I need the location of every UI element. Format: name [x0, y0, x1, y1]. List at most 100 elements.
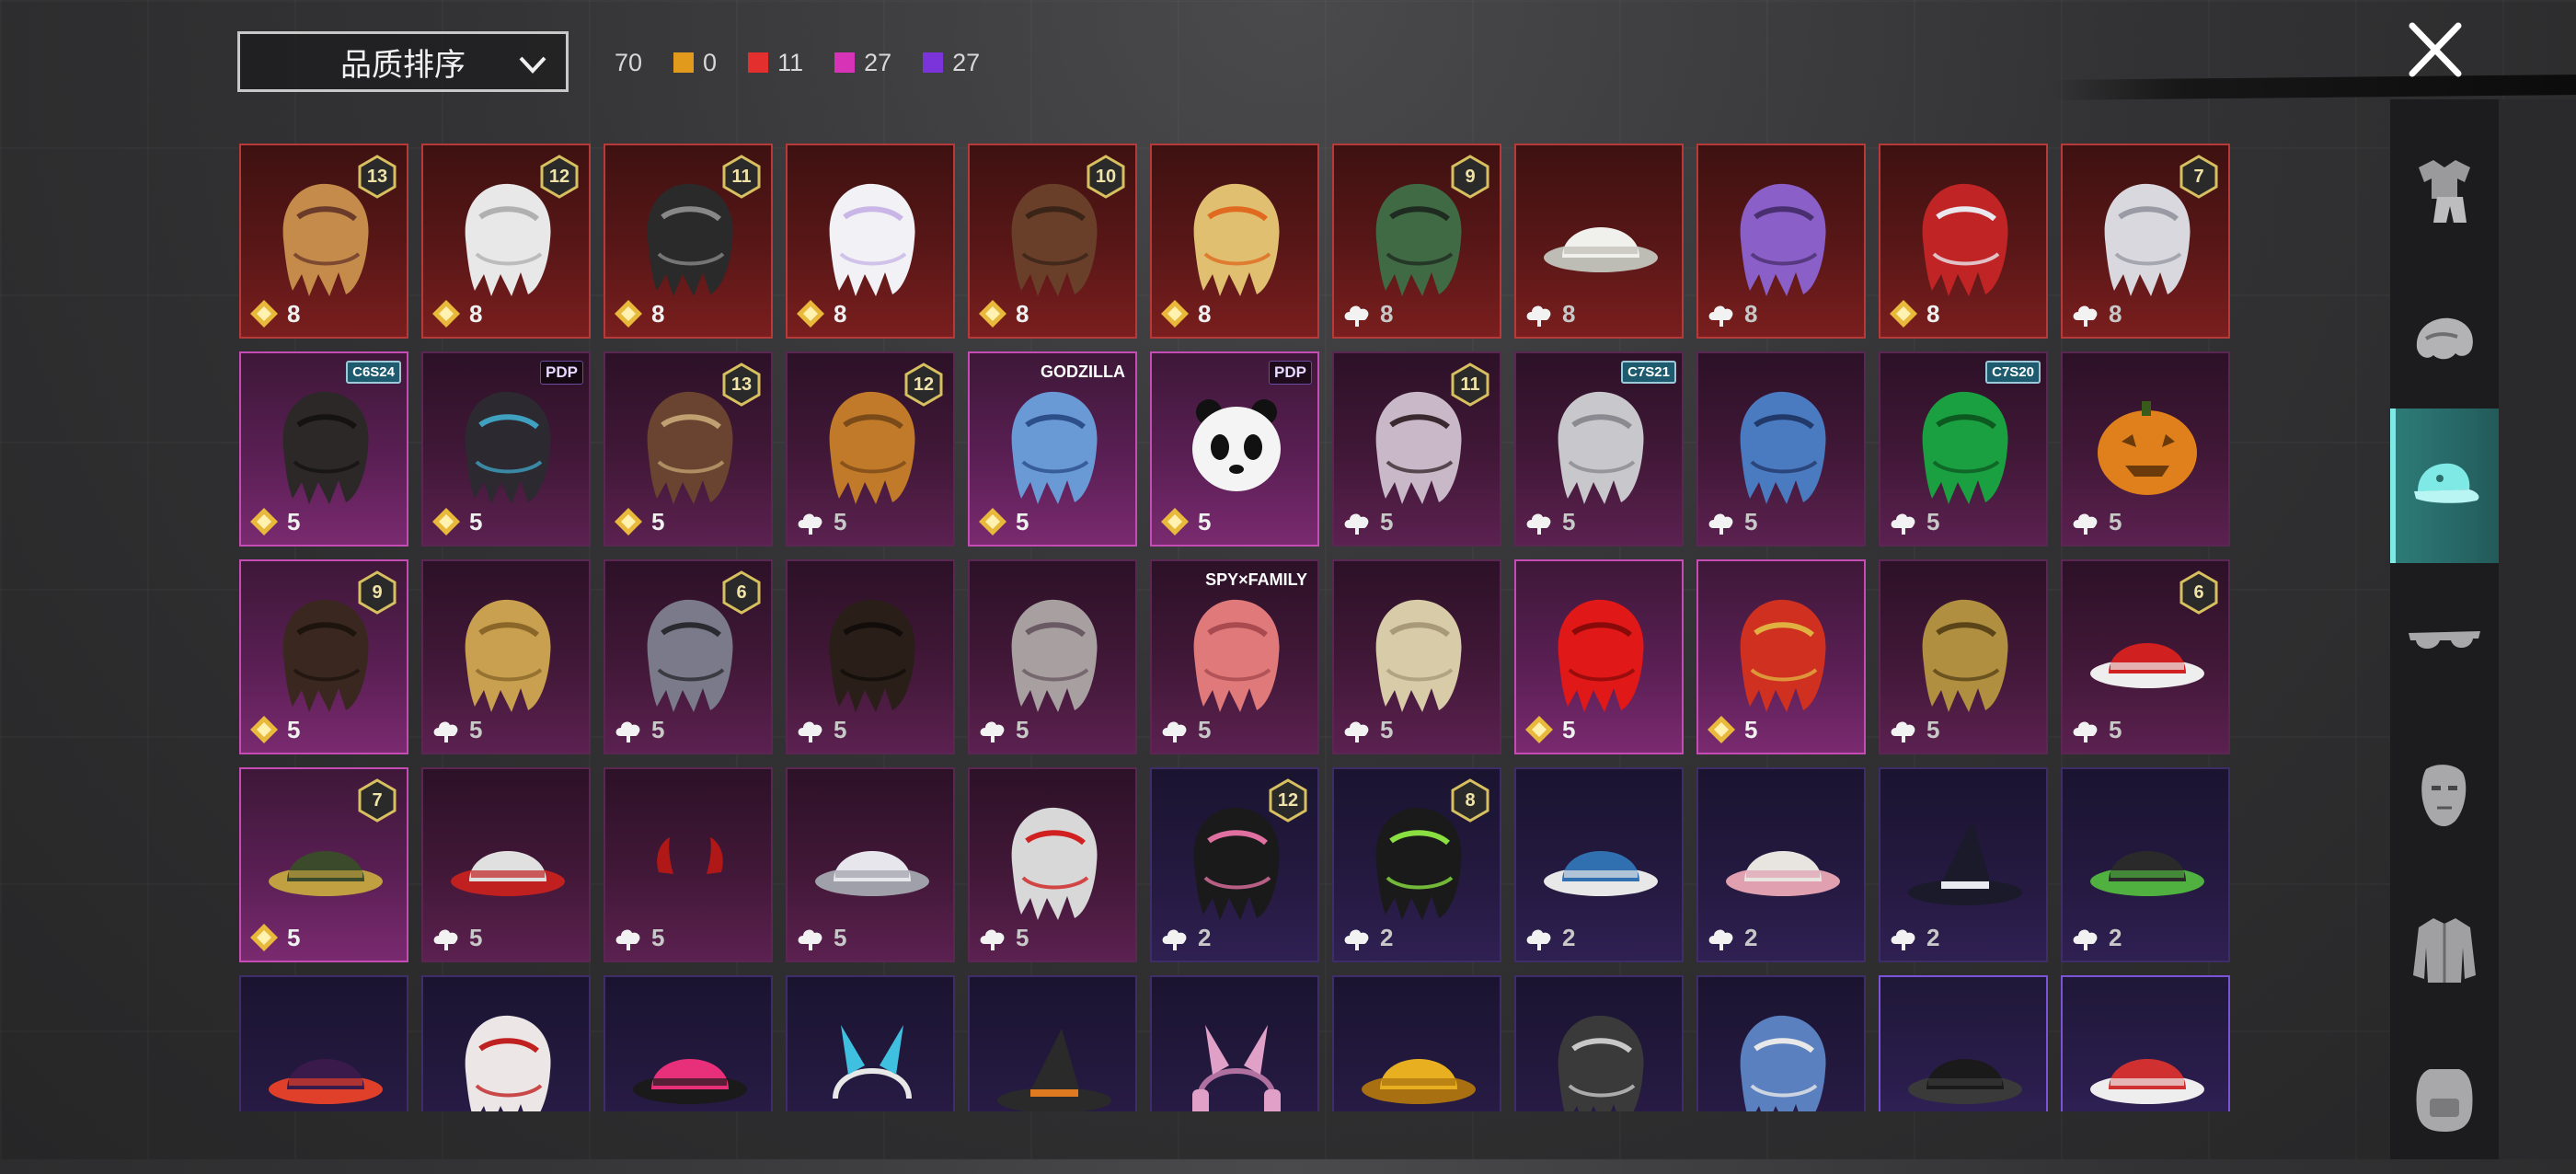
tab-hats[interactable]: [2390, 409, 2499, 563]
item-card[interactable]: 5: [604, 767, 773, 962]
item-card[interactable]: 13 5: [604, 351, 773, 547]
tab-outfit[interactable]: [2390, 112, 2499, 267]
item-card[interactable]: 75: [239, 767, 408, 962]
item-cost: 5: [977, 922, 1029, 953]
item-card[interactable]: 98: [1332, 144, 1501, 339]
item-card[interactable]: 5: [421, 559, 591, 754]
item-card[interactable]: 10 8: [968, 144, 1137, 339]
cost-value: 2: [1744, 923, 1758, 951]
item-card[interactable]: C7S21 5: [1514, 351, 1684, 547]
item-card[interactable]: 12 5: [786, 351, 955, 547]
item-card[interactable]: [1696, 975, 1866, 1111]
item-card[interactable]: [1514, 975, 1684, 1111]
cloud-coupon-icon: [1344, 721, 1369, 742]
item-card[interactable]: [1879, 975, 2048, 1111]
item-card[interactable]: 2: [1879, 767, 2048, 962]
item-card[interactable]: C6S24 5: [239, 351, 408, 547]
gold-coupon-icon: [250, 300, 278, 328]
tab-jacket[interactable]: [2390, 872, 2499, 1027]
item-cost: 5: [795, 922, 846, 953]
gold-coupon-icon: [250, 924, 278, 951]
item-card[interactable]: [786, 975, 955, 1111]
cost-value: 5: [469, 923, 483, 951]
item-card[interactable]: 5: [1332, 559, 1501, 754]
item-cost: 2: [1524, 922, 1575, 953]
item-card[interactable]: 8: [1514, 144, 1684, 339]
item-card[interactable]: 5: [1514, 559, 1684, 754]
black-fedora-icon: [1908, 1059, 2022, 1104]
item-card[interactable]: 95: [239, 559, 408, 754]
item-card[interactable]: 5: [786, 559, 955, 754]
item-cost: 5: [1888, 714, 1939, 745]
cloud-coupon-icon: [980, 721, 1005, 742]
cost-value: 2: [1926, 923, 1940, 951]
item-card[interactable]: SPY×FAMILY 5: [1150, 559, 1319, 754]
item-card[interactable]: 5: [1696, 351, 1866, 547]
item-card[interactable]: [968, 975, 1137, 1111]
close-icon[interactable]: [2403, 20, 2467, 79]
item-card[interactable]: [1150, 975, 1319, 1111]
item-card[interactable]: 12 8: [421, 144, 591, 339]
cost-value: 5: [834, 923, 847, 951]
item-card[interactable]: 5: [968, 767, 1137, 962]
cloud-coupon-icon: [980, 929, 1005, 950]
item-card[interactable]: 5: [421, 767, 591, 962]
item-card[interactable]: 8: [1879, 144, 2048, 339]
collab-tag: PDP: [540, 361, 583, 385]
item-card[interactable]: PDP 5: [1150, 351, 1319, 547]
cloud-coupon-icon: [2073, 721, 2098, 742]
red-hair-icon: [1558, 599, 1644, 712]
item-cost: 5: [1524, 506, 1575, 537]
item-card[interactable]: 2: [2061, 767, 2230, 962]
item-card[interactable]: C7S20 5: [1879, 351, 2048, 547]
item-card[interactable]: 8: [1150, 144, 1319, 339]
item-card[interactable]: 11 5: [1332, 351, 1501, 547]
tab-glasses[interactable]: [2390, 563, 2499, 718]
item-card[interactable]: 65: [604, 559, 773, 754]
item-card[interactable]: 65: [2061, 559, 2230, 754]
item-card[interactable]: 8: [786, 144, 955, 339]
item-card[interactable]: 2: [1514, 767, 1684, 962]
item-card[interactable]: 12 2: [1150, 767, 1319, 962]
silver-swept-icon: [1558, 391, 1644, 504]
tab-backpack[interactable]: [2390, 1019, 2499, 1174]
cloud-coupon-icon: [1708, 929, 1733, 950]
item-card[interactable]: 5: [968, 559, 1137, 754]
item-card[interactable]: [421, 975, 591, 1111]
item-card[interactable]: 13 8: [239, 144, 408, 339]
jacket-icon: [2413, 918, 2476, 983]
cost-value: 5: [469, 715, 483, 743]
item-card[interactable]: 5: [1879, 559, 2048, 754]
tab-mask[interactable]: [2390, 718, 2499, 872]
item-card[interactable]: 5: [1696, 559, 1866, 754]
cloud-coupon-icon: [1891, 513, 1915, 535]
item-card[interactable]: 78: [2061, 144, 2230, 339]
item-card[interactable]: [2061, 975, 2230, 1111]
vr-visor-icon: [451, 851, 565, 896]
item-card[interactable]: 11 8: [604, 144, 773, 339]
item-card[interactable]: GODZILLA 5: [968, 351, 1137, 547]
blonde-curls-icon: [1375, 599, 1462, 712]
collab-tag: C7S21: [1621, 361, 1676, 384]
item-card[interactable]: 82: [1332, 767, 1501, 962]
item-card[interactable]: 5: [786, 767, 955, 962]
item-card[interactable]: 8: [1696, 144, 1866, 339]
backpack-icon: [2416, 1069, 2473, 1132]
tab-hair[interactable]: [2390, 267, 2499, 421]
item-cost: 2: [1706, 922, 1757, 953]
item-card[interactable]: 2: [1696, 767, 1866, 962]
cloud-coupon-icon: [798, 721, 822, 742]
item-card[interactable]: [604, 975, 773, 1111]
baseball-cap-icon: [1544, 851, 1658, 896]
item-card[interactable]: PDP 5: [421, 351, 591, 547]
gold-helmet-icon: [1922, 599, 2008, 712]
item-card[interactable]: [239, 975, 408, 1111]
cloud-coupon-icon: [433, 929, 458, 950]
item-card[interactable]: [1332, 975, 1501, 1111]
item-card[interactable]: 5: [2061, 351, 2230, 547]
blonde-long-icon: [465, 599, 551, 712]
sort-dropdown[interactable]: 品质排序: [237, 31, 569, 92]
cloud-coupon-icon: [1891, 721, 1915, 742]
cost-value: 8: [1380, 299, 1394, 328]
gold-coupon-icon: [1890, 300, 1917, 328]
